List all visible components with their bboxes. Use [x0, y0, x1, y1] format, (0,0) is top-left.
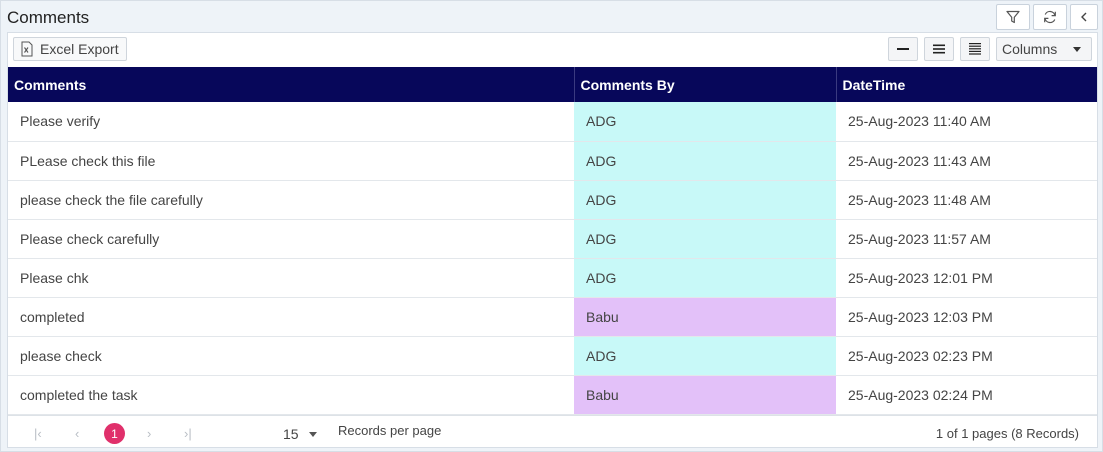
table-row[interactable]: Please check carefully ADG 25-Aug-2023 11:…	[8, 219, 1097, 259]
toolbar-right: Columns	[888, 37, 1092, 61]
comments-grid: Excel Export Columns Comments Comments B…	[7, 32, 1098, 448]
cell-comment: completed the task	[8, 375, 574, 415]
density-normal-icon	[933, 44, 945, 54]
cell-datetime: 25-Aug-2023 02:24 PM	[836, 375, 1097, 415]
columns-label: Columns	[1002, 41, 1058, 57]
cell-comments-by: Babu	[574, 297, 836, 337]
cell-comment: please check the file carefully	[8, 180, 574, 220]
cell-comment: completed	[8, 297, 574, 337]
first-page-icon[interactable]: |‹	[34, 426, 42, 441]
table-row[interactable]: please check the file carefully ADG 25-Aug…	[8, 180, 1097, 220]
records-per-page-label: Records per page	[338, 423, 442, 438]
cell-datetime: 25-Aug-2023 11:57 AM	[836, 219, 1097, 259]
caret-down-icon	[1073, 46, 1081, 52]
cell-comments-by: Babu	[574, 375, 836, 415]
filter-button[interactable]	[996, 4, 1030, 30]
cell-comments-by: ADG	[574, 180, 836, 220]
cell-datetime: 25-Aug-2023 11:40 AM	[836, 102, 1097, 142]
table-row[interactable]: please check ADG 25-Aug-2023 02:23 PM	[8, 336, 1097, 376]
refresh-icon	[1044, 10, 1056, 24]
last-page-icon[interactable]: ›|	[184, 426, 192, 441]
cell-datetime: 25-Aug-2023 02:23 PM	[836, 336, 1097, 376]
cell-datetime: 25-Aug-2023 11:43 AM	[836, 141, 1097, 181]
table-row[interactable]: Please verify ADG 25-Aug-2023 11:40 AM	[8, 102, 1097, 142]
cell-comments-by: ADG	[574, 141, 836, 181]
density-expanded-icon	[969, 43, 981, 55]
caret-down-icon	[308, 431, 317, 437]
cell-comment: PLease check this file	[8, 141, 574, 181]
comments-panel: Comments Excel Export Columns Comments C…	[0, 0, 1103, 452]
column-header-comments-by[interactable]: Comments By	[574, 67, 837, 102]
chevron-left-icon	[1081, 12, 1087, 22]
cell-datetime: 25-Aug-2023 12:03 PM	[836, 297, 1097, 337]
column-header-comments[interactable]: Comments	[8, 67, 575, 102]
column-header-datetime[interactable]: DateTime	[836, 67, 1097, 102]
table-header-row: Comments Comments By DateTime	[8, 67, 1097, 102]
density-compact-icon	[897, 48, 909, 50]
grid-toolbar: Excel Export Columns	[8, 33, 1097, 67]
density-expanded-button[interactable]	[960, 37, 990, 61]
cell-comments-by: ADG	[574, 219, 836, 259]
cell-datetime: 25-Aug-2023 12:01 PM	[836, 258, 1097, 298]
table-row[interactable]: Please chk ADG 25-Aug-2023 12:01 PM	[8, 258, 1097, 298]
panel-title: Comments	[7, 8, 90, 27]
page-size-value: 15	[283, 426, 299, 442]
cell-datetime: 25-Aug-2023 11:48 AM	[836, 180, 1097, 220]
comments-table: Comments Comments By DateTime Please ver…	[8, 67, 1097, 415]
refresh-button[interactable]	[1033, 4, 1067, 30]
cell-comments-by: ADG	[574, 102, 836, 142]
pager-summary: 1 of 1 pages (8 Records)	[935, 426, 1079, 441]
cell-comments-by: ADG	[574, 336, 836, 376]
columns-dropdown[interactable]: Columns	[996, 37, 1092, 61]
table-row[interactable]: PLease check this file ADG 25-Aug-2023 11:…	[8, 141, 1097, 181]
page-size-select[interactable]: 15	[283, 426, 317, 442]
pager: |‹ ‹ 1 › ›| 15 Records per page 1 of 1 p…	[8, 415, 1097, 449]
excel-file-icon	[21, 41, 33, 57]
collapse-button[interactable]	[1070, 4, 1098, 30]
table-row[interactable]: completed Babu 25-Aug-2023 12:03 PM	[8, 297, 1097, 337]
prev-page-icon[interactable]: ‹	[75, 426, 79, 441]
cell-comment: Please chk	[8, 258, 574, 298]
page-button-current[interactable]: 1	[104, 423, 125, 444]
panel-header-actions	[996, 4, 1098, 30]
excel-export-button[interactable]: Excel Export	[13, 37, 127, 61]
cell-comment: Please check carefully	[8, 219, 574, 259]
excel-export-label: Excel Export	[40, 41, 119, 57]
density-normal-button[interactable]	[924, 37, 954, 61]
table-row[interactable]: completed the task Babu 25-Aug-2023 02:24 …	[8, 375, 1097, 415]
next-page-icon[interactable]: ›	[147, 426, 151, 441]
filter-icon	[1006, 10, 1020, 24]
cell-comment: please check	[8, 336, 574, 376]
density-compact-button[interactable]	[888, 37, 918, 61]
cell-comment: Please verify	[8, 102, 574, 142]
panel-header: Comments	[1, 1, 1102, 32]
cell-comments-by: ADG	[574, 258, 836, 298]
